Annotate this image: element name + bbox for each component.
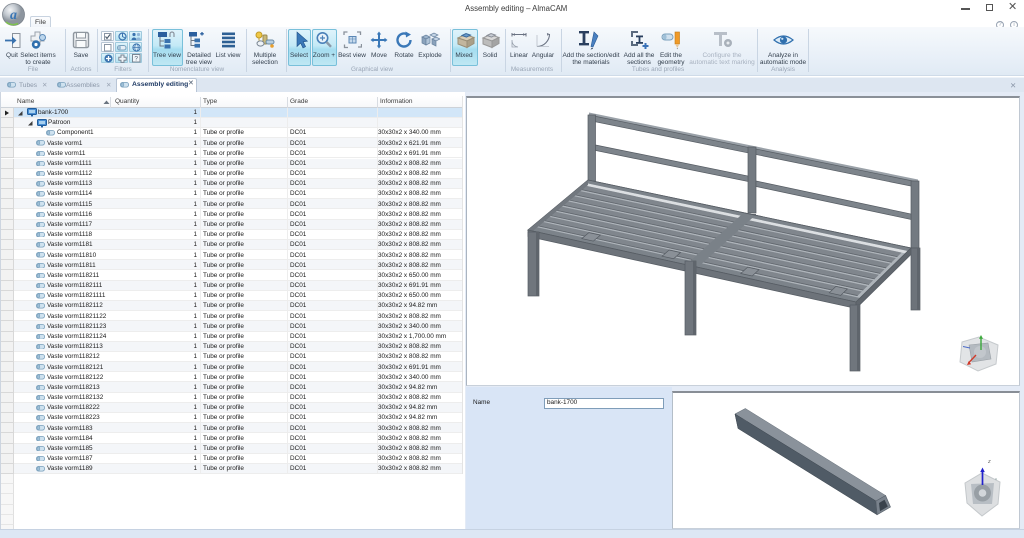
svg-text:a: a	[10, 8, 17, 23]
svg-text:?: ?	[134, 55, 138, 62]
svg-text:z: z	[987, 459, 991, 465]
